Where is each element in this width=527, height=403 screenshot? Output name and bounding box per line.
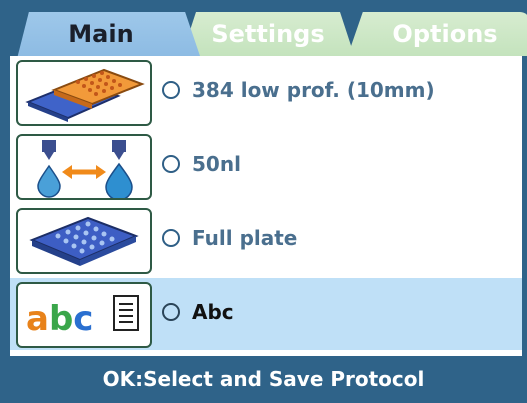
abc-letter: c <box>73 299 93 339</box>
option-row-plate[interactable]: 384 low prof. (10mm) <box>10 56 522 128</box>
option-row-name[interactable]: abc Abc <box>10 278 522 350</box>
option-label-area: Full plate <box>192 226 298 250</box>
main-panel: 384 low prof. (10mm) 50nl Full plate abc… <box>10 56 522 356</box>
abc-letter: b <box>49 299 73 339</box>
tab-options-label: Options <box>392 20 498 48</box>
plate-icon-button[interactable] <box>16 60 152 126</box>
dispense-volume-icon-button[interactable] <box>16 134 152 200</box>
option-row-volume[interactable]: 50nl <box>10 130 522 202</box>
tab-options[interactable]: Options <box>347 12 527 56</box>
option-label-name: Abc <box>192 300 234 324</box>
tab-main[interactable]: Main <box>17 12 200 56</box>
protocol-window: Settings Options Main 384 low prof. (10m… <box>0 0 527 403</box>
full-plate-icon-button[interactable] <box>16 208 152 274</box>
abc-icon-text: abc <box>26 299 93 339</box>
tab-bar: Settings Options Main <box>0 0 527 56</box>
dispense-volume-icon <box>37 140 133 198</box>
radio-plate[interactable] <box>162 81 180 99</box>
footer-hint: OK:Select and Save Protocol <box>0 356 527 403</box>
abc-name-icon: abc <box>26 295 139 339</box>
abc-name-icon-button[interactable]: abc <box>16 282 152 348</box>
tab-main-label: Main <box>68 20 134 48</box>
tab-settings[interactable]: Settings <box>181 12 355 56</box>
radio-volume[interactable] <box>162 155 180 173</box>
option-label-volume: 50nl <box>192 152 241 176</box>
plate-icon <box>25 68 145 122</box>
option-row-area[interactable]: Full plate <box>10 204 522 276</box>
tab-settings-label: Settings <box>211 20 325 48</box>
abc-letter: a <box>26 299 49 339</box>
full-plate-icon <box>29 216 139 266</box>
radio-name[interactable] <box>162 303 180 321</box>
option-label-plate: 384 low prof. (10mm) <box>192 78 435 102</box>
radio-area[interactable] <box>162 229 180 247</box>
